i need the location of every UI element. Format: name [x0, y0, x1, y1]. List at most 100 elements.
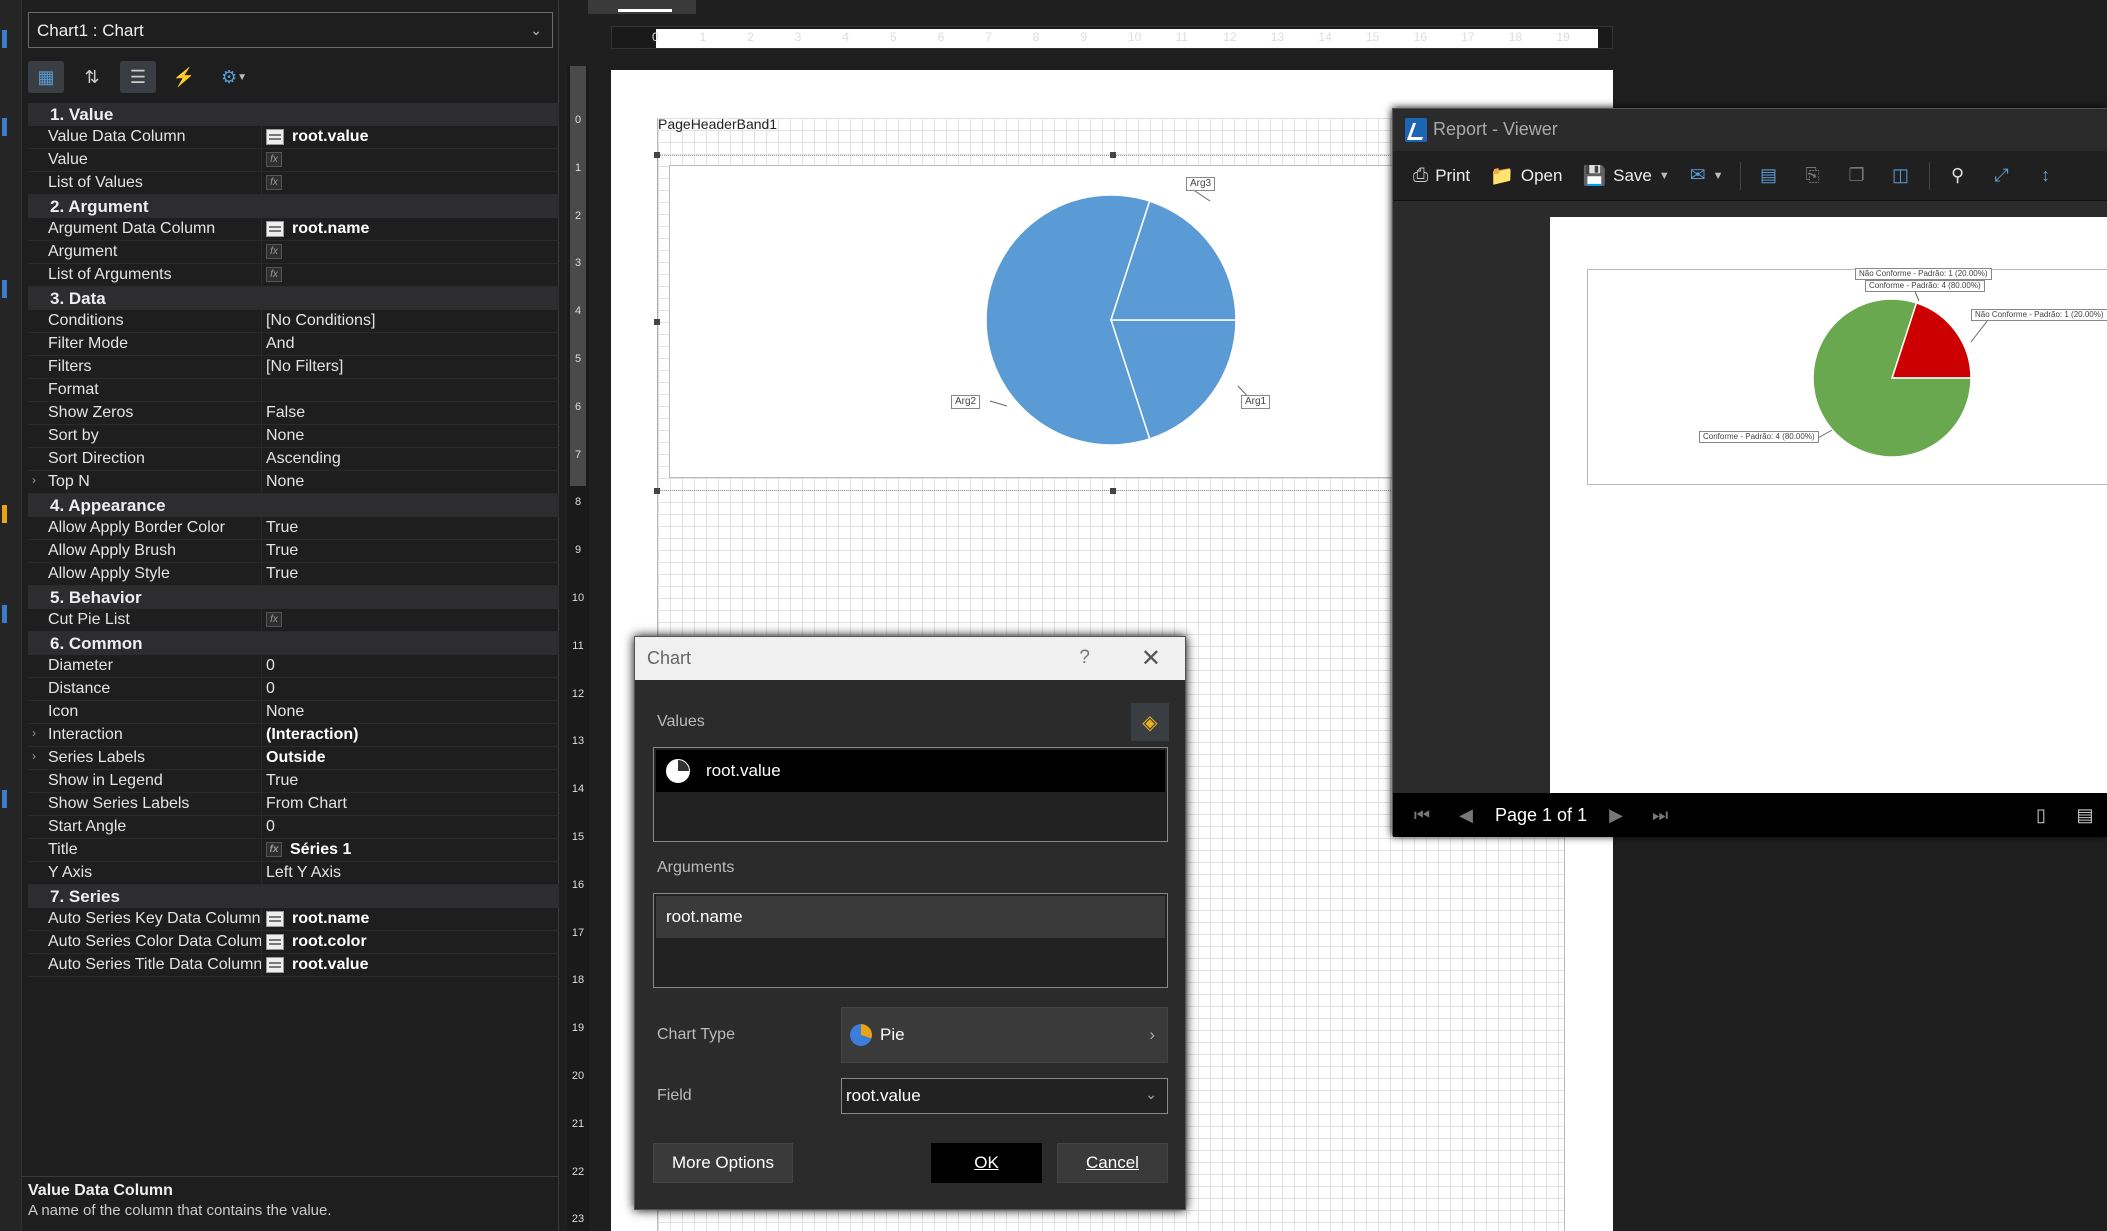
ok-button[interactable]: OK: [931, 1143, 1042, 1183]
zoom-page-icon[interactable]: ↕: [2026, 158, 2066, 194]
property-value[interactable]: None: [261, 471, 559, 493]
find-magnifier-icon[interactable]: ⚲: [1938, 158, 1978, 194]
property-value[interactable]: root.name: [261, 218, 559, 240]
property-value[interactable]: Ascending: [261, 448, 559, 470]
cancel-button[interactable]: Cancel: [1057, 1143, 1168, 1183]
property-value[interactable]: root.name: [261, 908, 559, 930]
property-row[interactable]: Show in Legend True: [28, 770, 559, 793]
property-row[interactable]: › Series Labels Outside: [28, 747, 559, 770]
property-row[interactable]: Show Zeros False: [28, 402, 559, 425]
property-row[interactable]: Distance 0: [28, 678, 559, 701]
property-value[interactable]: Left Y Axis: [261, 862, 559, 884]
field-combo[interactable]: root.value ⌄: [841, 1078, 1168, 1114]
property-row[interactable]: Argument Data Column root.name: [28, 218, 559, 241]
single-page-view-icon[interactable]: ▯: [2026, 805, 2056, 826]
property-value[interactable]: From Chart: [261, 793, 559, 815]
property-row[interactable]: Format: [28, 379, 559, 402]
property-row[interactable]: Sort Direction Ascending: [28, 448, 559, 471]
property-value[interactable]: True: [261, 770, 559, 792]
property-category[interactable]: 6. Common: [28, 632, 559, 655]
property-value[interactable]: 0: [261, 678, 559, 700]
property-row[interactable]: Filters [No Filters]: [28, 356, 559, 379]
categorized-view-icon[interactable]: ▦: [28, 61, 64, 93]
fullscreen-icon[interactable]: ⤢: [1982, 158, 2022, 194]
design-chart[interactable]: Arg3 Arg2 Arg1: [669, 165, 1469, 478]
dialog-title-bar[interactable]: Chart ? ✕: [635, 637, 1185, 680]
property-row[interactable]: › Top N None: [28, 471, 559, 494]
property-row[interactable]: Allow Apply Border Color True: [28, 517, 559, 540]
property-category[interactable]: 1. Value: [28, 103, 559, 126]
property-category[interactable]: 3. Data: [28, 287, 559, 310]
property-value[interactable]: root.value: [261, 954, 559, 976]
property-category[interactable]: 7. Series: [28, 885, 559, 908]
property-row[interactable]: Sort by None: [28, 425, 559, 448]
copy-page-icon[interactable]: ❐: [1837, 158, 1877, 194]
save-button[interactable]: 💾 Save ▼: [1574, 158, 1677, 194]
expand-chevron-icon[interactable]: ›: [32, 473, 36, 487]
expression-fx-icon[interactable]: fx: [266, 267, 282, 283]
help-icon[interactable]: ?: [1079, 647, 1090, 669]
chart-type-button[interactable]: Pie ›: [841, 1007, 1168, 1063]
expression-fx-icon[interactable]: fx: [266, 244, 282, 260]
property-value[interactable]: Outside: [261, 747, 559, 769]
resize-handle[interactable]: [654, 319, 660, 325]
last-page-icon[interactable]: ⏭: [1645, 805, 1675, 826]
arguments-list[interactable]: root.name: [653, 893, 1168, 988]
expression-fx-icon[interactable]: fx: [266, 152, 282, 168]
resize-handle[interactable]: [654, 488, 660, 494]
property-row[interactable]: Allow Apply Style True: [28, 563, 559, 586]
property-row[interactable]: Show Series Labels From Chart: [28, 793, 559, 816]
values-list[interactable]: root.value: [653, 747, 1168, 842]
page-header-band-label[interactable]: PageHeaderBand1: [658, 116, 777, 132]
first-page-icon[interactable]: ⏮: [1407, 805, 1437, 826]
property-value[interactable]: None: [261, 425, 559, 447]
bookmarks-icon[interactable]: ▤: [1749, 158, 1789, 194]
property-value[interactable]: fx: [261, 264, 559, 286]
property-value[interactable]: fx: [261, 609, 559, 631]
continuous-view-icon[interactable]: ▤: [2070, 805, 2100, 826]
strip-marker[interactable]: [2, 118, 7, 136]
property-value[interactable]: [No Conditions]: [261, 310, 559, 332]
property-category[interactable]: 4. Appearance: [28, 494, 559, 517]
property-page-icon[interactable]: ☰: [120, 61, 156, 93]
close-icon[interactable]: ✕: [1141, 644, 1161, 673]
object-selector-combo[interactable]: Chart1 : Chart ⌄: [28, 12, 553, 48]
layers-icon[interactable]: ◈: [1131, 703, 1169, 741]
strip-marker[interactable]: [2, 505, 7, 523]
property-category[interactable]: 2. Argument: [28, 195, 559, 218]
expression-fx-icon[interactable]: fx: [266, 842, 282, 858]
strip-marker[interactable]: [2, 605, 7, 623]
property-row[interactable]: › Interaction (Interaction): [28, 724, 559, 747]
property-value[interactable]: fx: [261, 241, 559, 263]
property-row[interactable]: Cut Pie List fx: [28, 609, 559, 632]
property-value[interactable]: True: [261, 517, 559, 539]
settings-gear-icon[interactable]: ⚙ ▼: [212, 61, 256, 93]
arguments-list-item[interactable]: root.name: [656, 896, 1165, 938]
property-value[interactable]: fx Séries 1: [261, 839, 559, 861]
expression-fx-icon[interactable]: fx: [266, 175, 282, 191]
strip-marker[interactable]: [2, 280, 7, 298]
property-value[interactable]: True: [261, 563, 559, 585]
property-value[interactable]: root.color: [261, 931, 559, 953]
property-value[interactable]: 0: [261, 655, 559, 677]
property-row[interactable]: Icon None: [28, 701, 559, 724]
send-email-button[interactable]: ✉ ▼: [1682, 158, 1732, 194]
property-row[interactable]: Conditions [No Conditions]: [28, 310, 559, 333]
property-row[interactable]: Auto Series Key Data Column root.name: [28, 908, 559, 931]
property-value[interactable]: False: [261, 402, 559, 424]
property-row[interactable]: Diameter 0: [28, 655, 559, 678]
resize-handle[interactable]: [1110, 488, 1116, 494]
property-value[interactable]: fx: [261, 149, 559, 171]
property-value[interactable]: True: [261, 540, 559, 562]
events-lightning-icon[interactable]: ⚡: [166, 61, 202, 93]
next-page-icon[interactable]: ▶: [1601, 805, 1631, 826]
strip-marker[interactable]: [2, 790, 7, 808]
property-value[interactable]: And: [261, 333, 559, 355]
property-row[interactable]: Auto Series Title Data Column root.value: [28, 954, 559, 977]
property-category[interactable]: 5. Behavior: [28, 586, 559, 609]
property-row[interactable]: Filter Mode And: [28, 333, 559, 356]
expand-chevron-icon[interactable]: ›: [32, 749, 36, 763]
property-value[interactable]: [261, 379, 559, 401]
strip-marker[interactable]: [2, 30, 7, 48]
open-button[interactable]: 📁 Open: [1482, 158, 1570, 194]
